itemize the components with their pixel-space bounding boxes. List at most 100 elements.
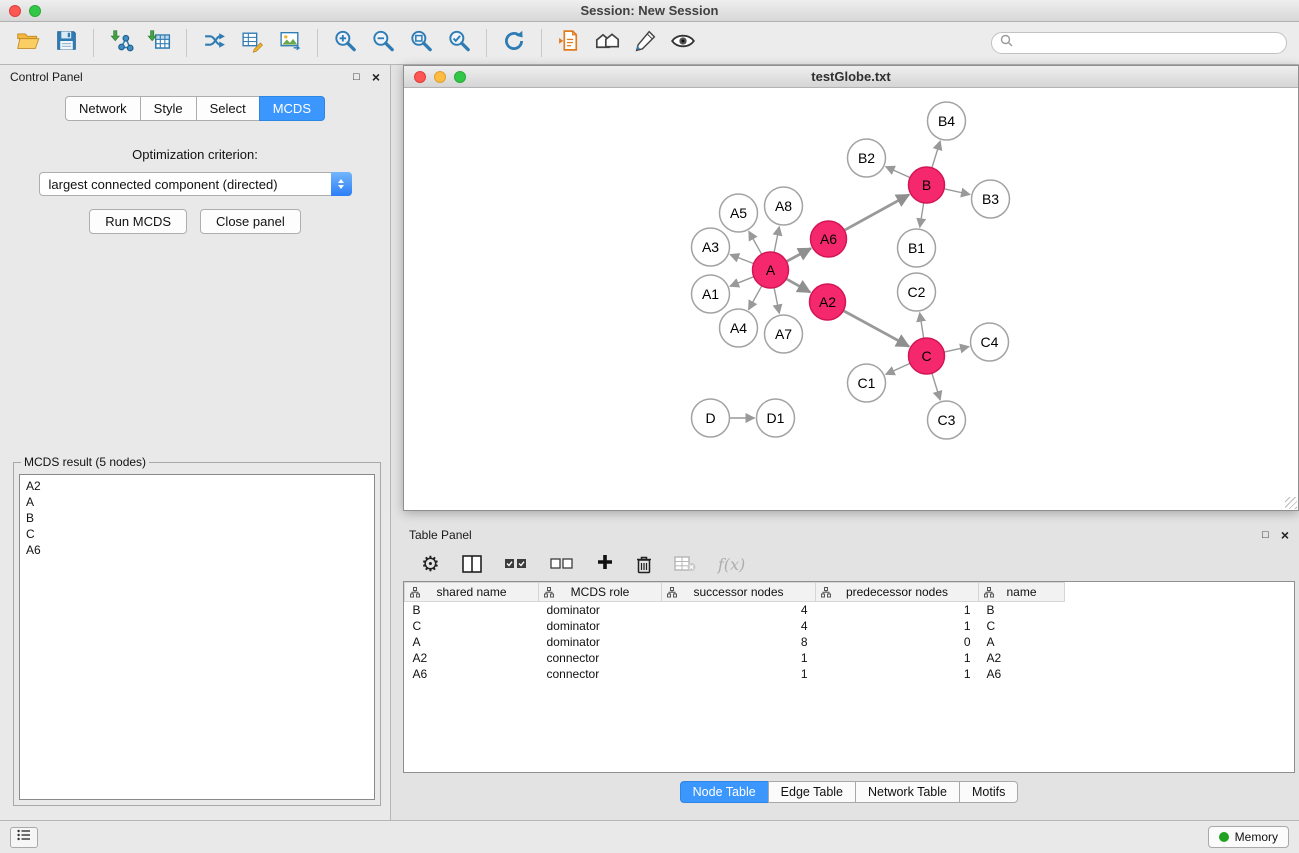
cell-successor-nodes[interactable]: 1 xyxy=(662,650,816,666)
column-header-predecessor-nodes[interactable]: predecessor nodes xyxy=(816,583,979,602)
cell-name[interactable]: A xyxy=(979,634,1065,650)
show-hide-button[interactable] xyxy=(665,26,701,60)
zoom-out-button[interactable] xyxy=(365,26,401,60)
cell-name[interactable]: A2 xyxy=(979,650,1065,666)
zoom-in-button[interactable] xyxy=(327,26,363,60)
graph-node-D1[interactable]: D1 xyxy=(757,399,795,437)
graph-node-B2[interactable]: B2 xyxy=(848,139,886,177)
tab-select[interactable]: Select xyxy=(196,96,260,121)
zoom-fit-button[interactable] xyxy=(403,26,439,60)
zoom-network-window-button[interactable] xyxy=(454,71,466,83)
graph-node-B4[interactable]: B4 xyxy=(928,102,966,140)
tab-mcds[interactable]: MCDS xyxy=(259,96,325,121)
style-brush-button[interactable] xyxy=(627,26,663,60)
graph-node-A7[interactable]: A7 xyxy=(765,315,803,353)
cell-mcds-role[interactable]: connector xyxy=(539,650,662,666)
select-all-icon[interactable] xyxy=(504,557,528,571)
cell-predecessor-nodes[interactable]: 1 xyxy=(816,618,979,634)
graph-edge-A-A2[interactable] xyxy=(786,279,810,292)
graph-edge-A6-B[interactable] xyxy=(844,195,909,231)
graph-node-A3[interactable]: A3 xyxy=(692,228,730,266)
cell-mcds-role[interactable]: connector xyxy=(539,666,662,682)
cell-shared-name[interactable]: A6 xyxy=(405,666,539,682)
graph-node-C2[interactable]: C2 xyxy=(898,273,936,311)
graph-edge-A2-C[interactable] xyxy=(843,311,909,347)
cell-predecessor-nodes[interactable]: 1 xyxy=(816,650,979,666)
cell-shared-name[interactable]: A2 xyxy=(405,650,539,666)
tab-node-table[interactable]: Node Table xyxy=(680,781,769,803)
table-row[interactable]: A2connector11A2 xyxy=(405,650,1065,666)
import-network-button[interactable] xyxy=(103,26,139,60)
cell-name[interactable]: B xyxy=(979,602,1065,618)
tab-motifs[interactable]: Motifs xyxy=(959,781,1018,803)
search-input[interactable] xyxy=(1018,36,1278,50)
cell-successor-nodes[interactable]: 1 xyxy=(662,666,816,682)
graph-edge-A-A6[interactable] xyxy=(786,248,811,261)
graph-node-A2[interactable]: A2 xyxy=(810,284,846,320)
graph-node-A5[interactable]: A5 xyxy=(720,194,758,232)
mcds-result-item[interactable]: B xyxy=(26,510,368,526)
graph-edge-C-C3[interactable] xyxy=(932,373,940,400)
float-panel-icon[interactable]: □ xyxy=(353,72,360,83)
table-row[interactable]: Adominator80A xyxy=(405,634,1065,650)
graph-node-C4[interactable]: C4 xyxy=(971,323,1009,361)
save-session-button[interactable] xyxy=(48,26,84,60)
cell-mcds-role[interactable]: dominator xyxy=(539,634,662,650)
close-network-window-button[interactable] xyxy=(414,71,426,83)
column-header-successor-nodes[interactable]: successor nodes xyxy=(662,583,816,602)
graph-edge-B-B2[interactable] xyxy=(886,167,910,178)
graph-edge-A-A7[interactable] xyxy=(774,288,779,314)
graph-edge-A-A5[interactable] xyxy=(749,231,762,254)
network-canvas[interactable]: AA6A2BCA5A8A3A1A4A7B2B4B3B1C2C4C1C3DD1 xyxy=(404,88,1298,510)
cell-successor-nodes[interactable]: 8 xyxy=(662,634,816,650)
mcds-result-item[interactable]: C xyxy=(26,526,368,542)
graph-node-C[interactable]: C xyxy=(909,338,945,374)
column-selector-icon[interactable] xyxy=(462,555,482,573)
run-mcds-button[interactable]: Run MCDS xyxy=(89,209,187,234)
search-box[interactable] xyxy=(991,32,1287,54)
cell-predecessor-nodes[interactable]: 1 xyxy=(816,666,979,682)
column-header-mcds-role[interactable]: MCDS role xyxy=(539,583,662,602)
deselect-all-icon[interactable] xyxy=(550,557,574,571)
close-panel-icon[interactable]: × xyxy=(372,70,380,84)
task-history-button[interactable] xyxy=(10,827,38,848)
mcds-result-item[interactable]: A6 xyxy=(26,542,368,558)
zoom-window-button[interactable] xyxy=(29,5,41,17)
cell-shared-name[interactable]: A xyxy=(405,634,539,650)
close-table-panel-icon[interactable]: × xyxy=(1281,528,1289,542)
optimization-criterion-select[interactable]: largest connected component (directed) xyxy=(39,172,352,196)
graph-node-A6[interactable]: A6 xyxy=(811,221,847,257)
graph-edge-C-C2[interactable] xyxy=(920,313,924,339)
snapshot-button[interactable] xyxy=(551,26,587,60)
export-image-button[interactable] xyxy=(272,26,308,60)
graph-edge-C-C1[interactable] xyxy=(886,363,910,374)
float-table-panel-icon[interactable]: □ xyxy=(1262,530,1269,541)
table-row[interactable]: Bdominator41B xyxy=(405,602,1065,618)
graph-node-A4[interactable]: A4 xyxy=(720,309,758,347)
graph-node-B1[interactable]: B1 xyxy=(898,229,936,267)
delete-icon[interactable] xyxy=(636,555,652,574)
graph-node-A[interactable]: A xyxy=(753,252,789,288)
column-header-shared-name[interactable]: shared name xyxy=(405,583,539,602)
table-row[interactable]: Cdominator41C xyxy=(405,618,1065,634)
graph-edge-B-B3[interactable] xyxy=(944,189,970,195)
edit-table-button[interactable] xyxy=(234,26,270,60)
cell-successor-nodes[interactable]: 4 xyxy=(662,618,816,634)
minimize-network-window-button[interactable] xyxy=(434,71,446,83)
tab-style[interactable]: Style xyxy=(140,96,197,121)
graph-edge-A-A8[interactable] xyxy=(774,227,779,253)
add-icon[interactable] xyxy=(596,553,614,575)
tab-edge-table[interactable]: Edge Table xyxy=(768,781,856,803)
cell-predecessor-nodes[interactable]: 1 xyxy=(816,602,979,618)
graph-edge-B-B1[interactable] xyxy=(920,203,924,228)
cell-successor-nodes[interactable]: 4 xyxy=(662,602,816,618)
graph-node-D[interactable]: D xyxy=(692,399,730,437)
cell-mcds-role[interactable]: dominator xyxy=(539,618,662,634)
table-row[interactable]: A6connector11A6 xyxy=(405,666,1065,682)
first-neighbors-button[interactable] xyxy=(589,26,625,60)
graph-edge-C-C4[interactable] xyxy=(944,347,969,353)
mcds-result-item[interactable]: A2 xyxy=(26,478,368,494)
mcds-result-list[interactable]: A2ABCA6 xyxy=(19,474,375,800)
resize-grip[interactable] xyxy=(1285,497,1297,509)
cell-shared-name[interactable]: C xyxy=(405,618,539,634)
